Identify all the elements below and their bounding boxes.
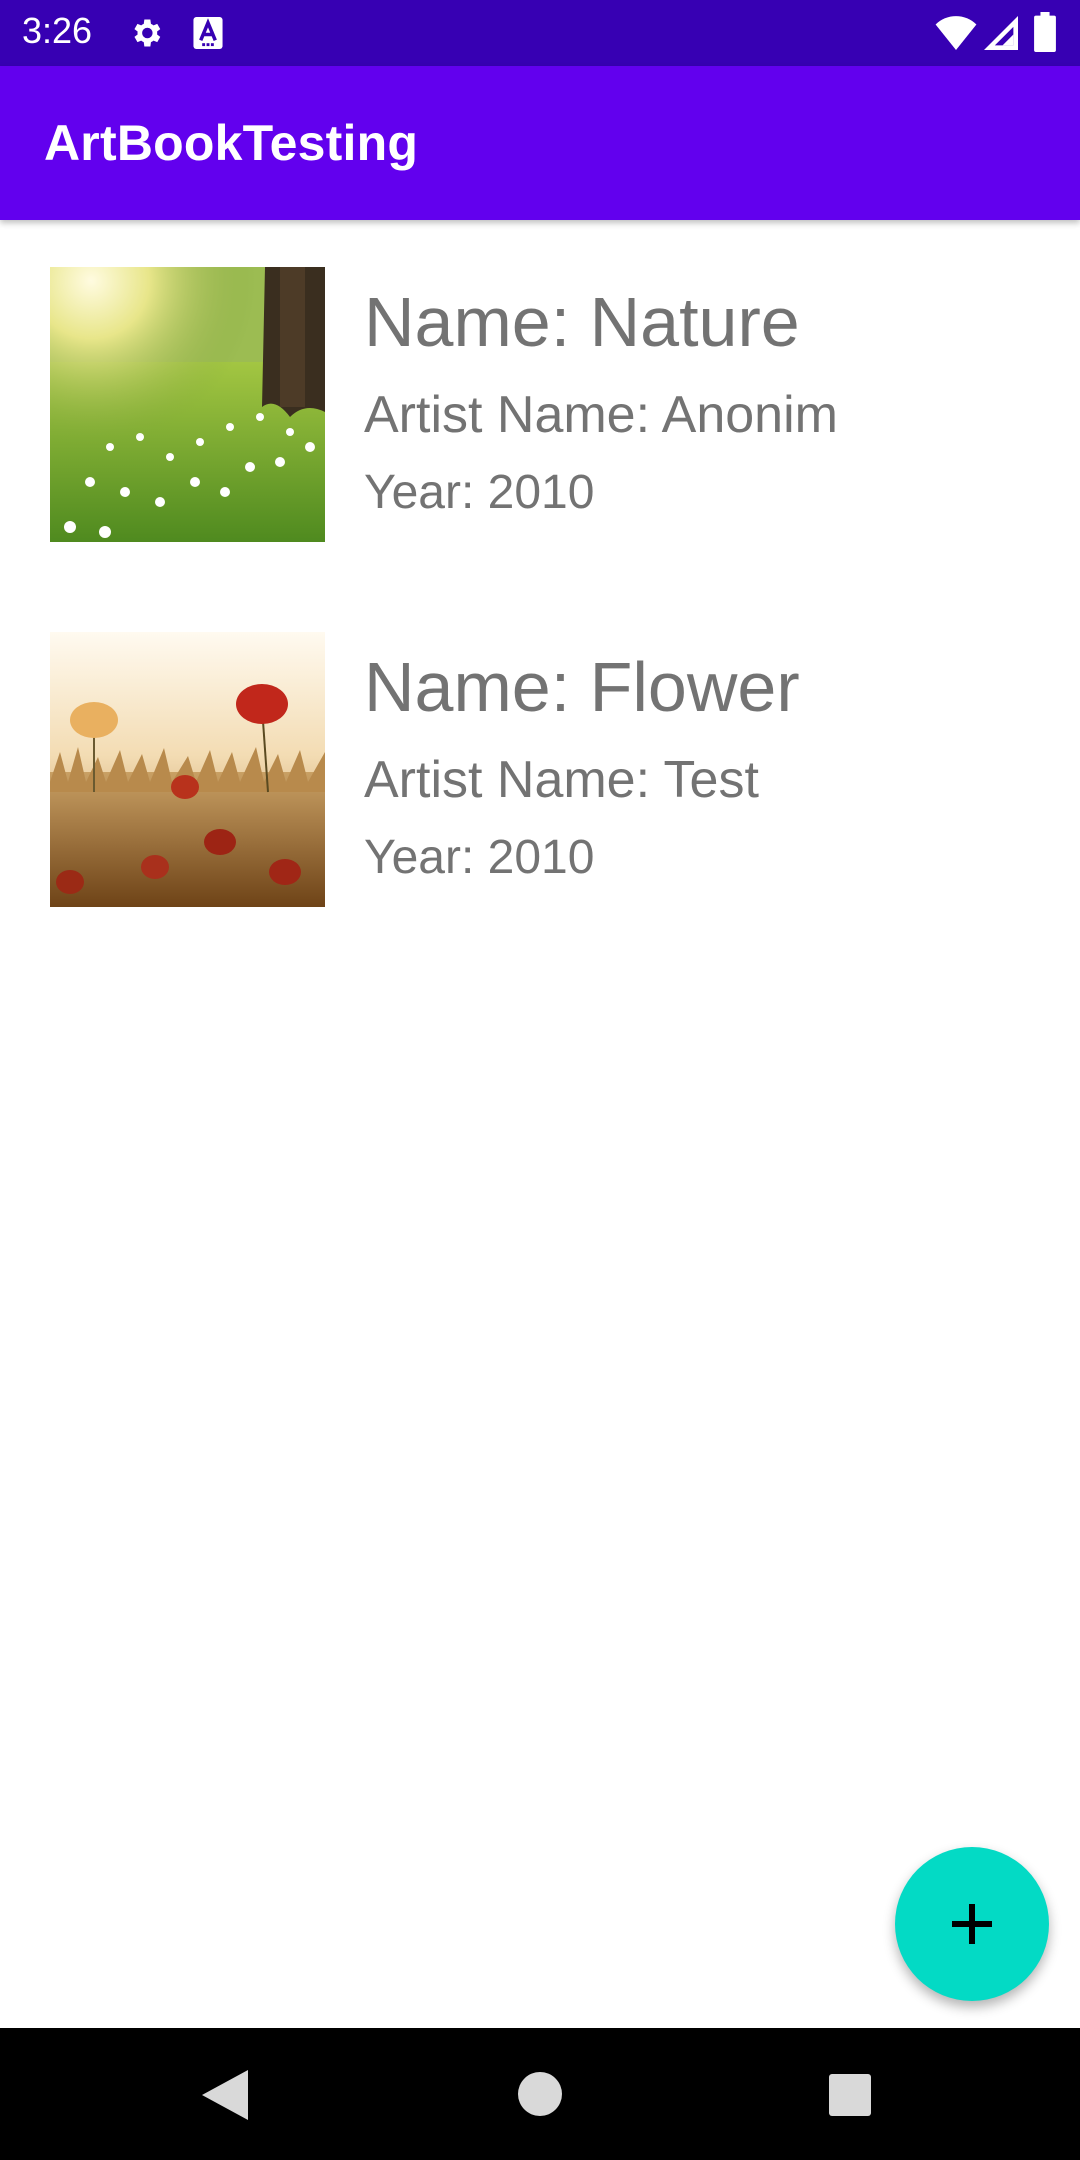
navigation-bar bbox=[0, 2028, 1080, 2160]
back-icon[interactable] bbox=[202, 2070, 248, 2120]
plus-icon bbox=[952, 1904, 992, 1944]
add-art-button[interactable] bbox=[895, 1847, 1049, 2001]
status-time: 3:26 bbox=[22, 10, 93, 51]
a-badge-icon bbox=[193, 17, 223, 49]
signal-icon bbox=[984, 16, 1018, 50]
recents-icon[interactable] bbox=[829, 2074, 871, 2116]
gear-icon bbox=[134, 19, 161, 47]
art-list-item[interactable]: Name: Nature Artist Name: Anonim Year: 2… bbox=[0, 267, 1080, 587]
art-list-item[interactable]: Name: Flower Artist Name: Test Year: 201… bbox=[0, 632, 1080, 952]
battery-icon bbox=[1034, 12, 1056, 52]
art-name: Name: Flower bbox=[364, 648, 800, 726]
app-title: ArtBookTesting bbox=[44, 115, 419, 171]
artist-name: Artist Name: Test bbox=[364, 751, 759, 809]
artist-name: Artist Name: Anonim bbox=[364, 386, 838, 444]
home-icon[interactable] bbox=[518, 2072, 562, 2116]
poppy-field-photo bbox=[50, 632, 325, 907]
status-bar: 3:26 bbox=[0, 0, 1080, 66]
app-bar: ArtBookTesting bbox=[0, 66, 1080, 220]
wifi-icon bbox=[935, 16, 977, 50]
art-year: Year: 2010 bbox=[364, 466, 595, 519]
art-name: Name: Nature bbox=[364, 283, 800, 361]
nature-photo bbox=[50, 267, 325, 542]
art-year: Year: 2010 bbox=[364, 831, 595, 884]
